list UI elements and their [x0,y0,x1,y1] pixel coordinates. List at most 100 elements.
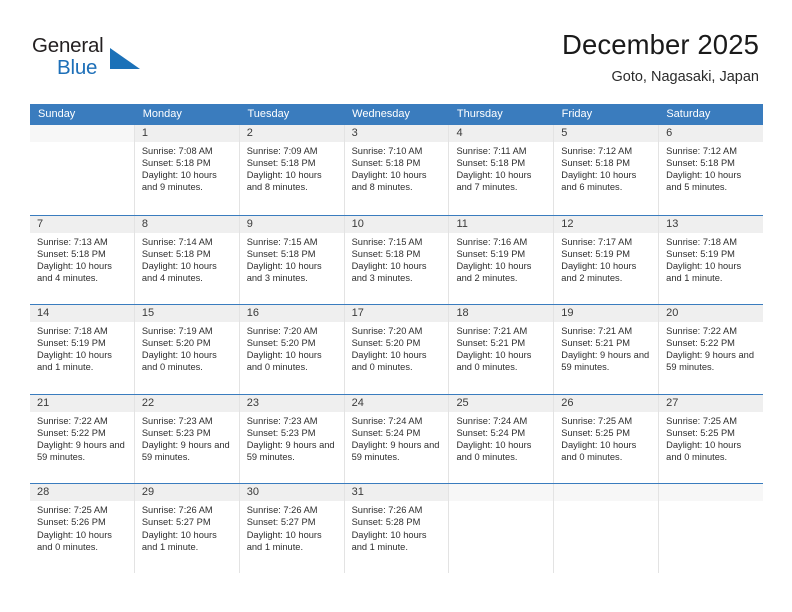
sunset-text: Sunset: 5:18 PM [246,158,316,169]
day-details: Sunrise: 7:16 AM Sunset: 5:19 PM Daylight:… [449,233,553,284]
calendar-day-cell[interactable]: 3 Sunrise: 7:10 AM Sunset: 5:18 PM Daylight… [343,125,449,215]
day-number: 27 [659,394,764,412]
daylight-text: Daylight: 10 hours and 0 minutes. [37,529,112,552]
day-details: Sunrise: 7:12 AM Sunset: 5:18 PM Daylight:… [554,142,658,193]
sunrise-text: Sunrise: 7:12 AM [666,146,737,156]
sunrise-text: Sunrise: 7:23 AM [141,415,213,426]
sunrise-text: Sunrise: 7:13 AM [37,236,108,247]
day-number: 22 [134,394,239,412]
day-number: 18 [449,305,554,323]
calendar-day-cell[interactable]: 29 Sunrise: 7:26 AM Sunset: 5:27 PM Dayligh… [133,484,239,573]
sunset-text: Sunset: 5:23 PM [246,427,316,438]
day-details: Sunrise: 7:25 AM Sunset: 5:25 PM Daylight:… [554,412,658,463]
sunset-text: Sunset: 5:18 PM [141,158,211,169]
sunset-text: Sunset: 5:18 PM [456,158,526,169]
logo-text-general: General [32,34,104,57]
calendar-day-cell[interactable]: 25 Sunrise: 7:24 AM Sunset: 5:24 PM Dayligh… [448,394,554,484]
day-number: 14 [30,305,134,323]
calendar-day-cell[interactable]: 10 Sunrise: 7:15 AM Sunset: 5:18 PM Dayligh… [343,215,449,305]
sunrise-text: Sunrise: 7:20 AM [351,326,423,337]
sunrise-text: Sunrise: 7:21 AM [456,326,528,337]
calendar-day-cell[interactable]: 11 Sunrise: 7:16 AM Sunset: 5:19 PM Dayligh… [448,215,554,305]
calendar-page: General Blue December 2025 Goto, Nagasak… [0,0,792,612]
title-block: December 2025 Goto, Nagasaki, Japan [562,28,759,87]
calendar-day-cell[interactable]: 16 Sunrise: 7:20 AM Sunset: 5:20 PM Dayligh… [238,305,344,394]
sunrise-text: Sunrise: 7:21 AM [561,326,633,337]
calendar-week-row: 1 Sunrise: 7:08 AM Sunset: 5:18 PM Daylight… [30,125,764,215]
day-number: 13 [659,215,764,233]
day-details: Sunrise: 7:24 AM Sunset: 5:24 PM Daylight:… [345,412,449,463]
calendar-day-cell[interactable]: 30 Sunrise: 7:26 AM Sunset: 5:27 PM Dayligh… [238,484,344,573]
calendar-day-cell[interactable]: 27 Sunrise: 7:25 AM Sunset: 5:25 PM Dayligh… [658,394,764,484]
calendar-day-cell[interactable]: 31 Sunrise: 7:26 AM Sunset: 5:28 PM Dayligh… [343,484,449,573]
calendar-day-cell[interactable]: 26 Sunrise: 7:25 AM Sunset: 5:25 PM Dayligh… [553,394,659,484]
daylight-text: Daylight: 10 hours and 1 minute. [351,529,427,552]
sunset-text: Sunset: 5:18 PM [351,248,421,259]
sunset-text: Sunset: 5:18 PM [141,248,211,259]
day-details: Sunrise: 7:26 AM Sunset: 5:27 PM Daylight:… [135,501,239,552]
calendar-day-cell[interactable]: 6 Sunrise: 7:12 AM Sunset: 5:18 PM Daylight… [658,125,764,215]
calendar-day-cell[interactable]: 28 Sunrise: 7:25 AM Sunset: 5:26 PM Dayligh… [30,484,134,573]
day-number: 21 [30,394,134,412]
day-details: Sunrise: 7:10 AM Sunset: 5:18 PM Daylight:… [345,142,449,193]
sunrise-text: Sunrise: 7:18 AM [666,236,737,247]
daylight-text: Daylight: 9 hours and 59 minutes. [246,439,335,463]
calendar-day-cell[interactable]: 7 Sunrise: 7:13 AM Sunset: 5:18 PM Daylight… [30,215,134,305]
calendar-day-cell[interactable]: 1 Sunrise: 7:08 AM Sunset: 5:18 PM Daylight… [133,125,239,215]
day-number: 8 [134,215,239,233]
daylight-text: Daylight: 10 hours and 0 minutes. [246,350,322,373]
daylight-text: Daylight: 10 hours and 1 minute. [37,350,112,373]
calendar-day-cell-empty [658,484,764,573]
day-details: Sunrise: 7:24 AM Sunset: 5:24 PM Daylight:… [449,412,553,463]
day-number: 25 [449,394,554,412]
sunset-text: Sunset: 5:18 PM [246,248,316,259]
sunset-text: Sunset: 5:18 PM [561,158,631,169]
sunset-text: Sunset: 5:19 PM [666,248,735,259]
day-details: Sunrise: 7:11 AM Sunset: 5:18 PM Daylight:… [449,142,553,193]
calendar-day-cell[interactable]: 13 Sunrise: 7:18 AM Sunset: 5:19 PM Dayligh… [658,215,764,305]
sunrise-text: Sunrise: 7:17 AM [561,236,633,247]
calendar-day-cell[interactable]: 15 Sunrise: 7:19 AM Sunset: 5:20 PM Dayligh… [133,305,239,394]
sunset-text: Sunset: 5:22 PM [666,338,735,349]
daylight-text: Daylight: 9 hours and 59 minutes. [351,439,440,463]
calendar-day-cell[interactable]: 20 Sunrise: 7:22 AM Sunset: 5:22 PM Dayligh… [658,305,764,394]
sunrise-text: Sunrise: 7:14 AM [141,236,213,247]
calendar-day-cell[interactable]: 12 Sunrise: 7:17 AM Sunset: 5:19 PM Dayligh… [553,215,659,305]
calendar-day-cell[interactable]: 17 Sunrise: 7:20 AM Sunset: 5:20 PM Dayligh… [343,305,449,394]
calendar-day-cell[interactable]: 23 Sunrise: 7:23 AM Sunset: 5:23 PM Dayligh… [238,394,344,484]
calendar-day-cell[interactable]: 14 Sunrise: 7:18 AM Sunset: 5:19 PM Dayligh… [30,305,134,394]
day-number: 7 [30,215,134,233]
calendar-day-cell[interactable]: 4 Sunrise: 7:11 AM Sunset: 5:18 PM Daylight… [448,125,554,215]
daylight-text: Daylight: 10 hours and 5 minutes. [666,170,742,193]
daylight-text: Daylight: 10 hours and 0 minutes. [456,350,532,373]
general-blue-logo[interactable]: General Blue [32,34,152,84]
calendar-day-cell[interactable]: 21 Sunrise: 7:22 AM Sunset: 5:22 PM Dayligh… [30,394,134,484]
page-subtitle: Goto, Nagasaki, Japan [611,69,759,85]
daylight-text: Daylight: 10 hours and 9 minutes. [141,170,217,193]
daylight-text: Daylight: 9 hours and 59 minutes. [666,350,755,373]
day-number: 30 [239,484,344,502]
sunset-text: Sunset: 5:28 PM [351,517,421,528]
daylight-text: Daylight: 10 hours and 0 minutes. [456,439,532,463]
sunset-text: Sunset: 5:18 PM [37,248,106,259]
day-details: Sunrise: 7:23 AM Sunset: 5:23 PM Daylight:… [240,412,344,463]
day-number: 17 [344,305,449,323]
daylight-text: Daylight: 10 hours and 0 minutes. [351,350,427,373]
calendar-day-cell[interactable]: 8 Sunrise: 7:14 AM Sunset: 5:18 PM Daylight… [133,215,239,305]
day-number: 5 [554,125,659,142]
sunset-text: Sunset: 5:27 PM [246,517,316,528]
day-number: 10 [344,215,449,233]
day-details: Sunrise: 7:18 AM Sunset: 5:19 PM Daylight:… [30,322,134,373]
sunset-text: Sunset: 5:24 PM [456,427,526,438]
calendar-day-cell[interactable]: 22 Sunrise: 7:23 AM Sunset: 5:23 PM Dayligh… [133,394,239,484]
day-details: Sunrise: 7:22 AM Sunset: 5:22 PM Daylight:… [659,322,763,373]
sunrise-text: Sunrise: 7:25 AM [37,505,108,516]
calendar-day-cell[interactable]: 18 Sunrise: 7:21 AM Sunset: 5:21 PM Dayligh… [448,305,554,394]
daylight-text: Daylight: 10 hours and 8 minutes. [246,170,322,193]
calendar-day-cell[interactable]: 9 Sunrise: 7:15 AM Sunset: 5:18 PM Daylight… [238,215,344,305]
calendar-day-cell[interactable]: 5 Sunrise: 7:12 AM Sunset: 5:18 PM Daylight… [553,125,659,215]
calendar-day-cell[interactable]: 24 Sunrise: 7:24 AM Sunset: 5:24 PM Dayligh… [343,394,449,484]
calendar-day-cell[interactable]: 19 Sunrise: 7:21 AM Sunset: 5:21 PM Dayligh… [553,305,659,394]
calendar-day-cell[interactable]: 2 Sunrise: 7:09 AM Sunset: 5:18 PM Daylight… [238,125,344,215]
sunset-text: Sunset: 5:20 PM [246,338,316,349]
